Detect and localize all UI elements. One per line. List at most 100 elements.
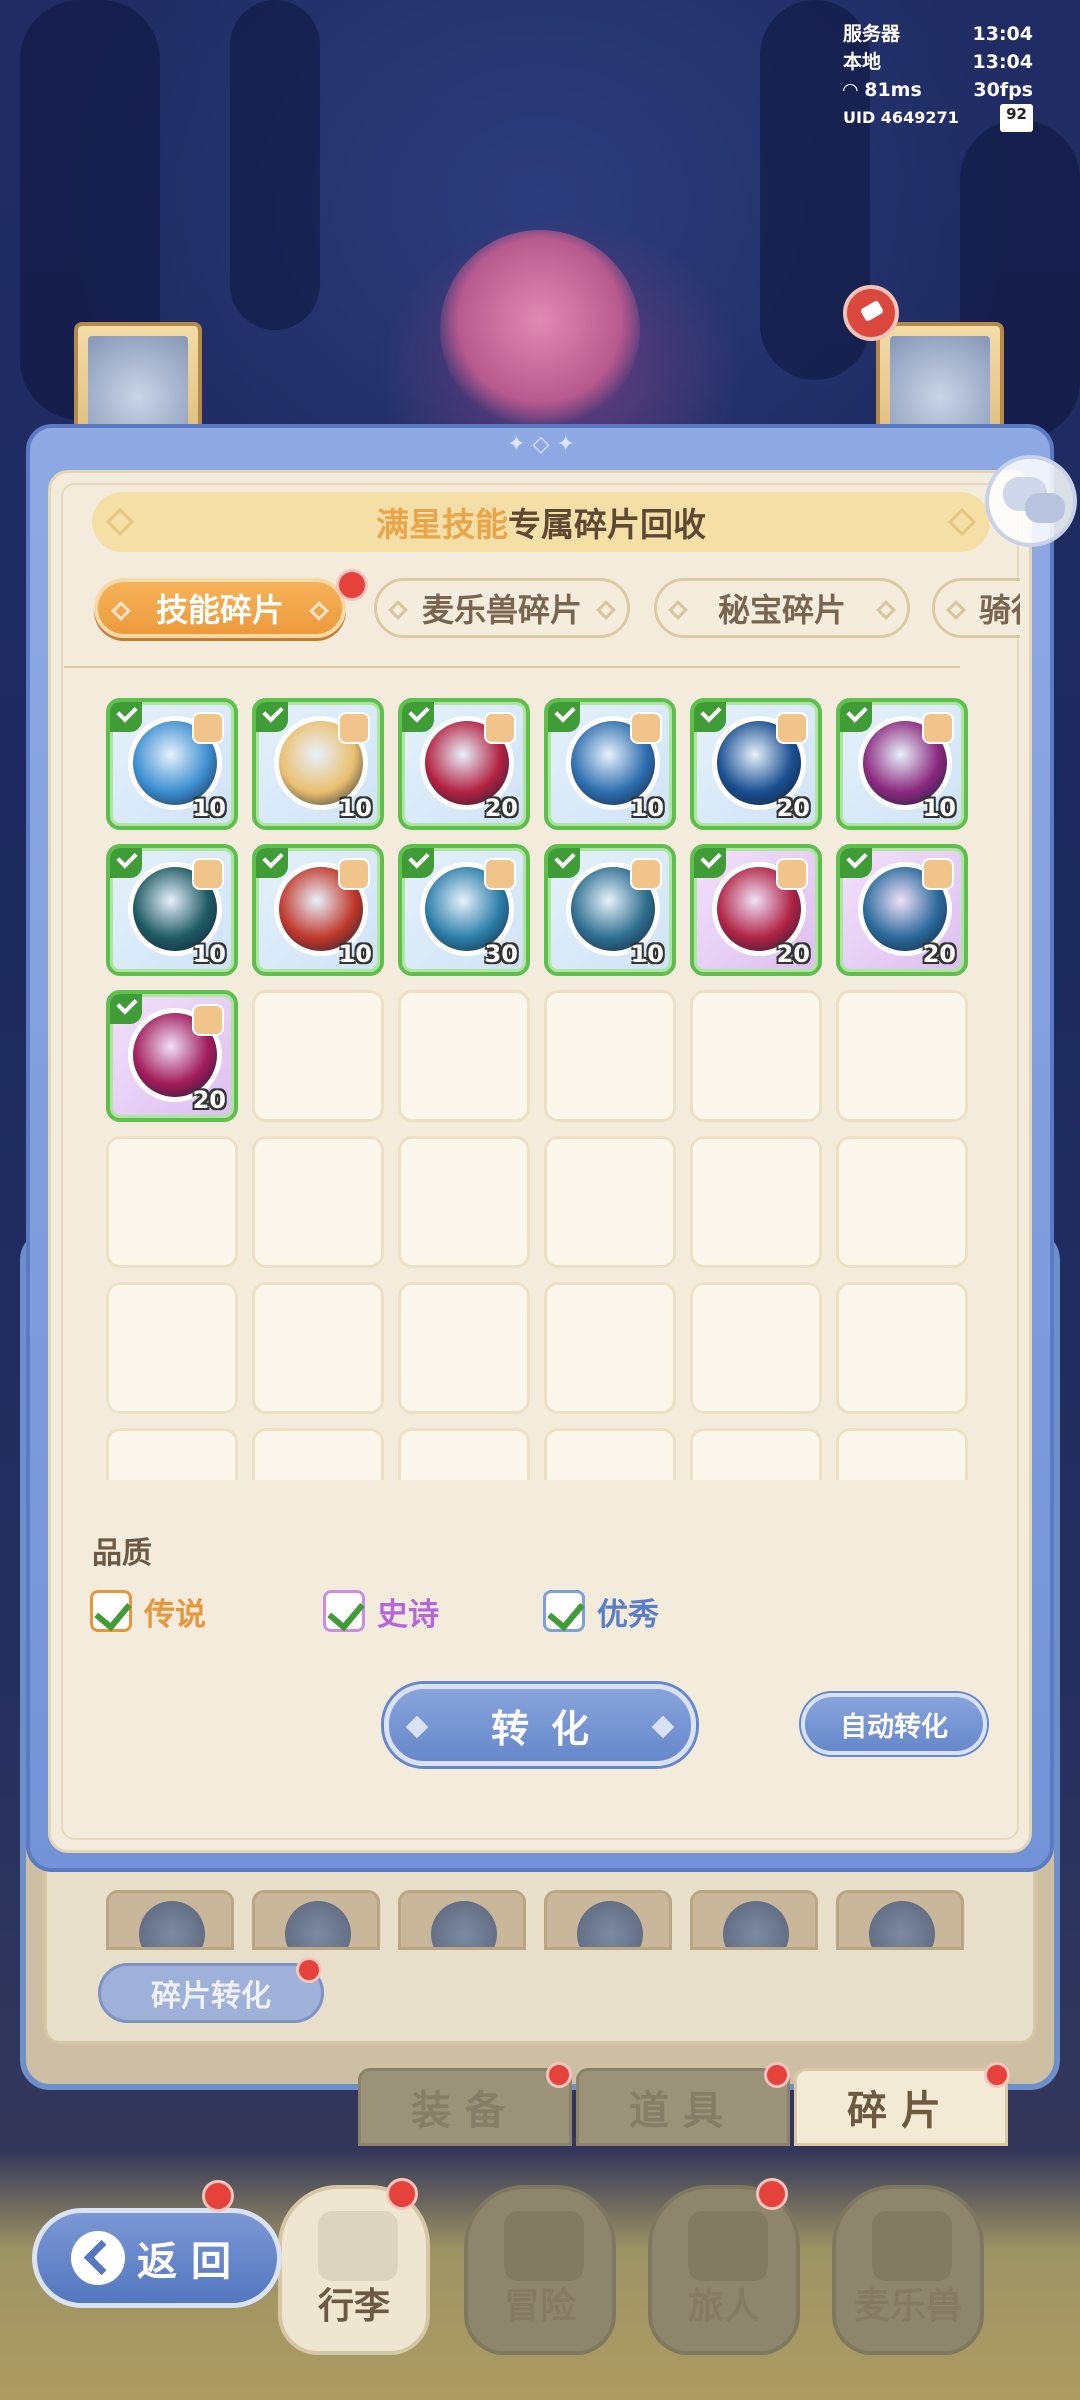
fragment-item[interactable]: 20 xyxy=(106,990,238,1122)
quality-legendary-checkbox[interactable]: 传说 xyxy=(90,1588,206,1634)
empty-slot[interactable] xyxy=(106,1428,238,1480)
diamond-ornament-icon xyxy=(388,600,408,620)
fragment-item[interactable]: 20 xyxy=(690,698,822,830)
inventory-slot xyxy=(398,1890,526,1950)
chat-icon[interactable] xyxy=(985,455,1077,547)
diamond-ornament-icon xyxy=(651,1715,675,1739)
fragment-convert-button[interactable]: 碎片转化 xyxy=(98,1963,324,2023)
inventory-slot xyxy=(544,1890,672,1950)
selected-check-icon xyxy=(548,848,580,878)
selected-check-icon xyxy=(256,702,288,732)
tab-mellobeast-fragments[interactable]: 麦乐兽碎片 xyxy=(374,578,630,638)
puzzle-piece-icon xyxy=(776,858,808,890)
fragment-item[interactable]: 10 xyxy=(252,698,384,830)
fragment-item[interactable]: 10 xyxy=(252,844,384,976)
selected-check-icon xyxy=(110,994,142,1024)
empty-slot[interactable] xyxy=(690,1428,822,1480)
diamond-ornament-icon xyxy=(876,600,896,620)
empty-slot[interactable] xyxy=(544,1428,676,1480)
fragment-item[interactable]: 30 xyxy=(398,844,530,976)
tab-fragments[interactable]: 碎片 xyxy=(794,2068,1008,2146)
selected-check-icon xyxy=(110,848,142,878)
nav-mellobeast[interactable]: 麦乐兽 xyxy=(832,2185,984,2355)
empty-slot[interactable] xyxy=(398,1136,530,1268)
back-label: 返回 xyxy=(137,2239,245,2285)
fragment-item[interactable]: 20 xyxy=(398,698,530,830)
empty-slot[interactable] xyxy=(690,990,822,1122)
fragment-count: 10 xyxy=(338,940,372,968)
fragment-item[interactable]: 10 xyxy=(544,844,676,976)
empty-slot[interactable] xyxy=(398,990,530,1122)
empty-slot[interactable] xyxy=(398,1282,530,1414)
empty-slot[interactable] xyxy=(836,1282,968,1414)
auto-convert-button[interactable]: 自动转化 xyxy=(801,1693,987,1755)
empty-slot[interactable] xyxy=(836,1136,968,1268)
fragment-count: 10 xyxy=(630,794,664,822)
tab-overflow-clip: 骑行 xyxy=(932,578,1020,638)
fragment-count: 20 xyxy=(484,794,518,822)
fragment-item[interactable]: 10 xyxy=(106,844,238,976)
empty-slot[interactable] xyxy=(252,990,384,1122)
fragment-item[interactable]: 20 xyxy=(836,844,968,976)
quality-excellent-checkbox[interactable]: 优秀 xyxy=(543,1588,659,1634)
dialog-title: 满星技能 专属碎片回收 xyxy=(92,492,990,552)
fragment-item[interactable]: 10 xyxy=(106,698,238,830)
back-button[interactable]: 返回 xyxy=(32,2208,282,2308)
empty-slot[interactable] xyxy=(398,1428,530,1480)
selected-check-icon xyxy=(694,702,726,732)
tab-items[interactable]: 道具 xyxy=(576,2068,790,2146)
ping-value: 81ms xyxy=(864,79,922,101)
checkbox-checked-icon xyxy=(323,1590,365,1632)
empty-slot[interactable] xyxy=(836,1428,968,1480)
local-time: 13:04 xyxy=(972,51,1033,73)
nav-luggage[interactable]: 行李 xyxy=(278,2185,430,2355)
puzzle-piece-icon xyxy=(192,1004,224,1036)
quality-epic-checkbox[interactable]: 史诗 xyxy=(323,1588,439,1634)
quality-excellent-label: 优秀 xyxy=(597,1596,659,1633)
quality-epic-label: 史诗 xyxy=(377,1596,439,1633)
character-sprite xyxy=(440,230,640,430)
empty-slot[interactable] xyxy=(544,1136,676,1268)
selected-check-icon xyxy=(402,702,434,732)
tab-riding-fragments[interactable]: 骑行 xyxy=(932,578,1020,638)
selected-check-icon xyxy=(840,702,872,732)
fragment-grid: 10 10 20 10 20 10 10 10 30 10 20 20 20 xyxy=(106,698,976,1480)
puzzle-piece-icon xyxy=(338,712,370,744)
empty-slot[interactable] xyxy=(836,990,968,1122)
fragment-count: 10 xyxy=(338,794,372,822)
diamond-ornament-icon xyxy=(947,507,977,537)
fragment-item[interactable]: 10 xyxy=(836,698,968,830)
fragment-item[interactable]: 20 xyxy=(690,844,822,976)
nav-adventure[interactable]: 冒险 xyxy=(464,2185,616,2355)
empty-slot[interactable] xyxy=(106,1282,238,1414)
nav-traveler[interactable]: 旅人 xyxy=(648,2185,800,2355)
ornament-icon: ✦ ◇ ✦ xyxy=(507,432,575,457)
convert-button[interactable]: 转化 xyxy=(384,1684,696,1766)
back-arrow-icon xyxy=(71,2231,125,2285)
empty-slot[interactable] xyxy=(690,1282,822,1414)
nav-luggage-label: 行李 xyxy=(317,2286,390,2327)
empty-slot[interactable] xyxy=(252,1136,384,1268)
empty-slot[interactable] xyxy=(252,1282,384,1414)
puzzle-piece-icon xyxy=(192,712,224,744)
background-tree xyxy=(230,0,320,330)
diamond-ornament-icon xyxy=(405,1715,429,1739)
empty-slot[interactable] xyxy=(690,1136,822,1268)
empty-slot[interactable] xyxy=(544,990,676,1122)
inventory-slot xyxy=(836,1890,964,1950)
empty-slot[interactable] xyxy=(252,1428,384,1480)
fragment-item[interactable]: 10 xyxy=(544,698,676,830)
traveler-icon xyxy=(688,2211,768,2281)
tab-treasure-fragments[interactable]: 秘宝碎片 xyxy=(654,578,910,638)
selected-check-icon xyxy=(548,702,580,732)
tab-mellobeast-fragments-label: 麦乐兽碎片 xyxy=(421,591,582,629)
empty-slot[interactable] xyxy=(544,1282,676,1414)
notification-dot xyxy=(296,1957,322,1983)
server-time: 13:04 xyxy=(972,23,1033,45)
tab-skill-fragments[interactable]: 技能碎片 xyxy=(94,578,346,638)
tab-equipment[interactable]: 装备 xyxy=(358,2068,572,2146)
section-divider xyxy=(64,666,960,668)
selected-check-icon xyxy=(840,848,872,878)
empty-slot[interactable] xyxy=(106,1136,238,1268)
notification-dot xyxy=(386,2178,418,2210)
